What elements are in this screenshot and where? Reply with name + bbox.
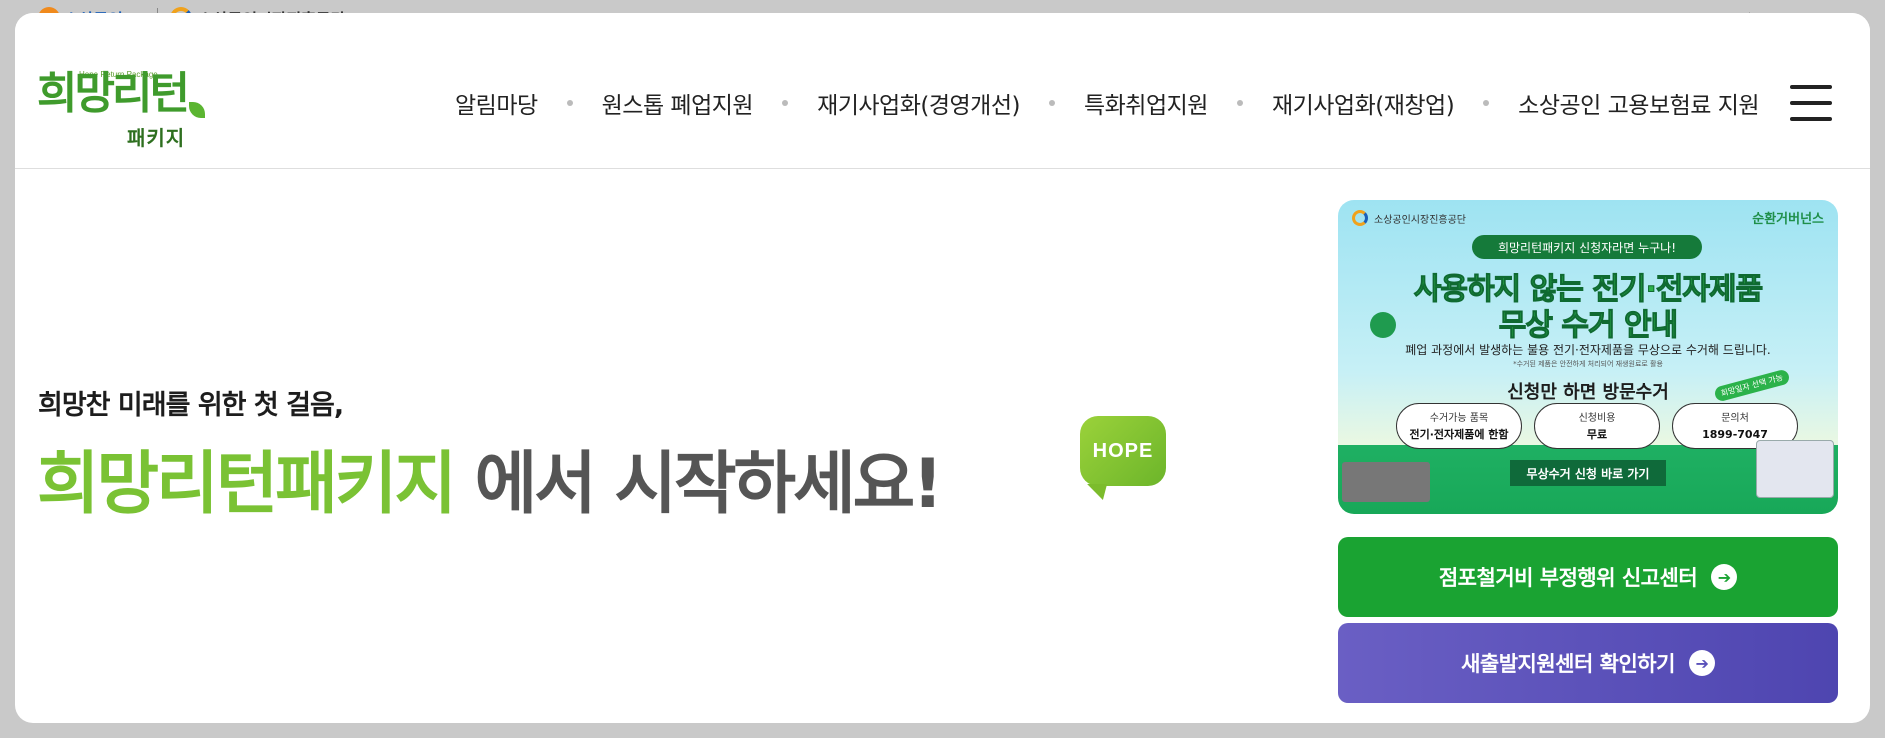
nav-separator — [1236, 100, 1243, 106]
nav-item-employment-insurance[interactable]: 소상공인 고용보험료 지원 — [1518, 86, 1759, 120]
main-card: Hope Return Package 희망리턴 패키지 알림마당 원스톱 폐업… — [15, 13, 1870, 723]
banner-note: *수거된 제품은 안전하게 처리되어 재생원료로 활용 — [1513, 360, 1663, 368]
hero-title-green: 희망리턴패키지 — [37, 445, 457, 524]
semas-mark-icon — [1352, 210, 1368, 226]
menu-line — [1790, 117, 1832, 121]
menu-line — [1790, 101, 1832, 105]
info-box-value: 무료 — [1586, 428, 1608, 441]
banner-title-line2: 무상 수거 안내 — [1498, 308, 1679, 344]
new-start-center-button[interactable]: 새출발지원센터 확인하기 ➔ — [1338, 623, 1838, 703]
info-box-label: 문의처 — [1721, 413, 1749, 424]
info-box-cost: 신청비용 무료 — [1534, 403, 1660, 449]
banner-info-boxes: 수거가능 품목 전기·전자제품에 한함 신청비용 무료 문의처 1899-704… — [1396, 403, 1798, 449]
nav-item-business-improvement[interactable]: 재기사업화(경영개선) — [817, 86, 1020, 120]
logo-korean-bottom: 패키지 — [127, 126, 186, 150]
report-center-button[interactable]: 점포철거비 부정행위 신고센터 ➔ — [1338, 537, 1838, 617]
banner-apply-button[interactable]: 무상수거 신청 바로 가기 — [1510, 460, 1666, 486]
banner-pill: 희망리턴패키지 신청자라면 누구나! — [1472, 235, 1702, 259]
site-logo[interactable]: Hope Return Package 희망리턴 패키지 — [37, 68, 207, 150]
info-box-value: 전기·전자제품에 한함 — [1409, 428, 1509, 441]
collection-banner[interactable]: 소상공인시장진흥공단 순환거버넌스 희망리턴패키지 신청자라면 누구나! 사용하… — [1338, 200, 1838, 514]
arrow-right-icon: ➔ — [1711, 564, 1738, 590]
new-start-center-label: 새출발지원센터 확인하기 — [1461, 652, 1675, 676]
nav-item-onestop-closure[interactable]: 원스톱 폐업지원 — [602, 86, 754, 120]
nav-item-employment-support[interactable]: 특화취업지원 — [1084, 86, 1208, 120]
info-box-label: 신청비용 — [1578, 413, 1616, 424]
nav-separator — [1483, 100, 1490, 106]
info-box-items: 수거가능 품목 전기·전자제품에 한함 — [1396, 403, 1522, 449]
tv-illustration — [1342, 462, 1430, 502]
banner-description: 폐업 과정에서 발생하는 불용 전기·전자제품을 무상으로 수거해 드립니다. — [1405, 343, 1771, 357]
info-box-label: 수거가능 품목 — [1429, 413, 1489, 424]
hero-title: 희망리턴패키지 에서 시작하세요! — [37, 428, 944, 527]
nav-item-notice[interactable]: 알림마당 — [455, 86, 538, 120]
banner-brand: 순환거버넌스 — [1752, 212, 1824, 227]
report-center-label: 점포철거비 부정행위 신고센터 — [1438, 566, 1698, 590]
banner-org-label: 소상공인시장진흥공단 — [1374, 214, 1466, 226]
nav-item-restart-business[interactable]: 재기사업화(재창업) — [1272, 86, 1455, 120]
nav-separator — [1048, 100, 1055, 106]
banner-org: 소상공인시장진흥공단 — [1352, 210, 1466, 226]
nav-separator — [566, 100, 573, 106]
menu-line — [1790, 85, 1832, 89]
hope-speech-bubble: HOPE — [1080, 416, 1166, 486]
main-nav: 알림마당 원스톱 폐업지원 재기사업화(경영개선) 특화취업지원 재기사업화(재… — [455, 86, 1760, 120]
arrow-right-icon: ➔ — [1688, 650, 1715, 676]
logo-korean-top: 희망리턴 — [37, 68, 190, 119]
truck-illustration — [1756, 440, 1834, 498]
menu-icon[interactable] — [1790, 85, 1832, 121]
hero-title-dark: 에서 시작하세요! — [453, 445, 944, 524]
leaf-icon — [189, 102, 205, 118]
nav-separator — [782, 100, 789, 106]
site-header: Hope Return Package 희망리턴 패키지 알림마당 원스톱 폐업… — [15, 13, 1870, 169]
hero-subtitle: 희망찬 미래를 위한 첫 걸음, — [38, 390, 344, 421]
